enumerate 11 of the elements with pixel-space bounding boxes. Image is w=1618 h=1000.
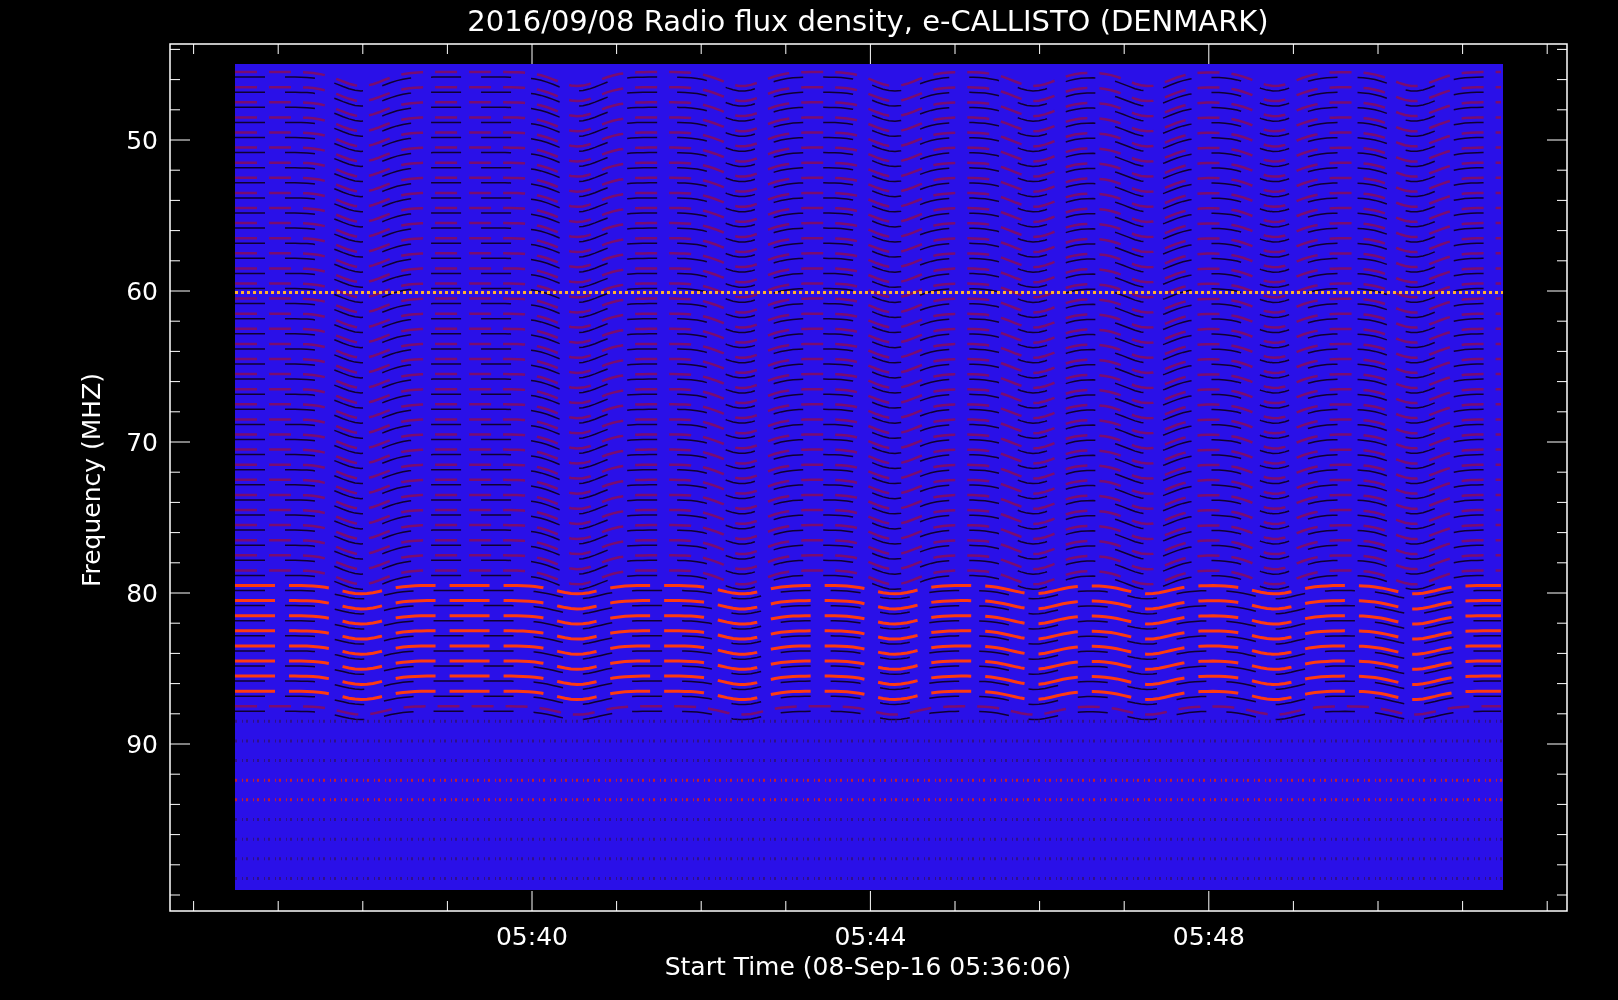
chart-title: 2016/09/08 Radio flux density, e-CALLISTO (DENMARK) (467, 4, 1269, 38)
axis-tick-label: 05:44 (834, 922, 907, 951)
axis-tick-label: 60 (126, 277, 158, 306)
axis-tick-label: 05:48 (1172, 922, 1245, 951)
axis-tick-label: 70 (126, 428, 158, 457)
x-axis-label: Start Time (08-Sep-16 05:36:06) (664, 952, 1072, 981)
axis-tick-label: 50 (126, 126, 158, 155)
y-axis-label: Frequency (MHZ) (77, 372, 106, 588)
axis-tick-label: 90 (126, 730, 158, 759)
axis-tick-label: 05:40 (496, 922, 568, 951)
axis-tick-label: 80 (126, 579, 158, 608)
